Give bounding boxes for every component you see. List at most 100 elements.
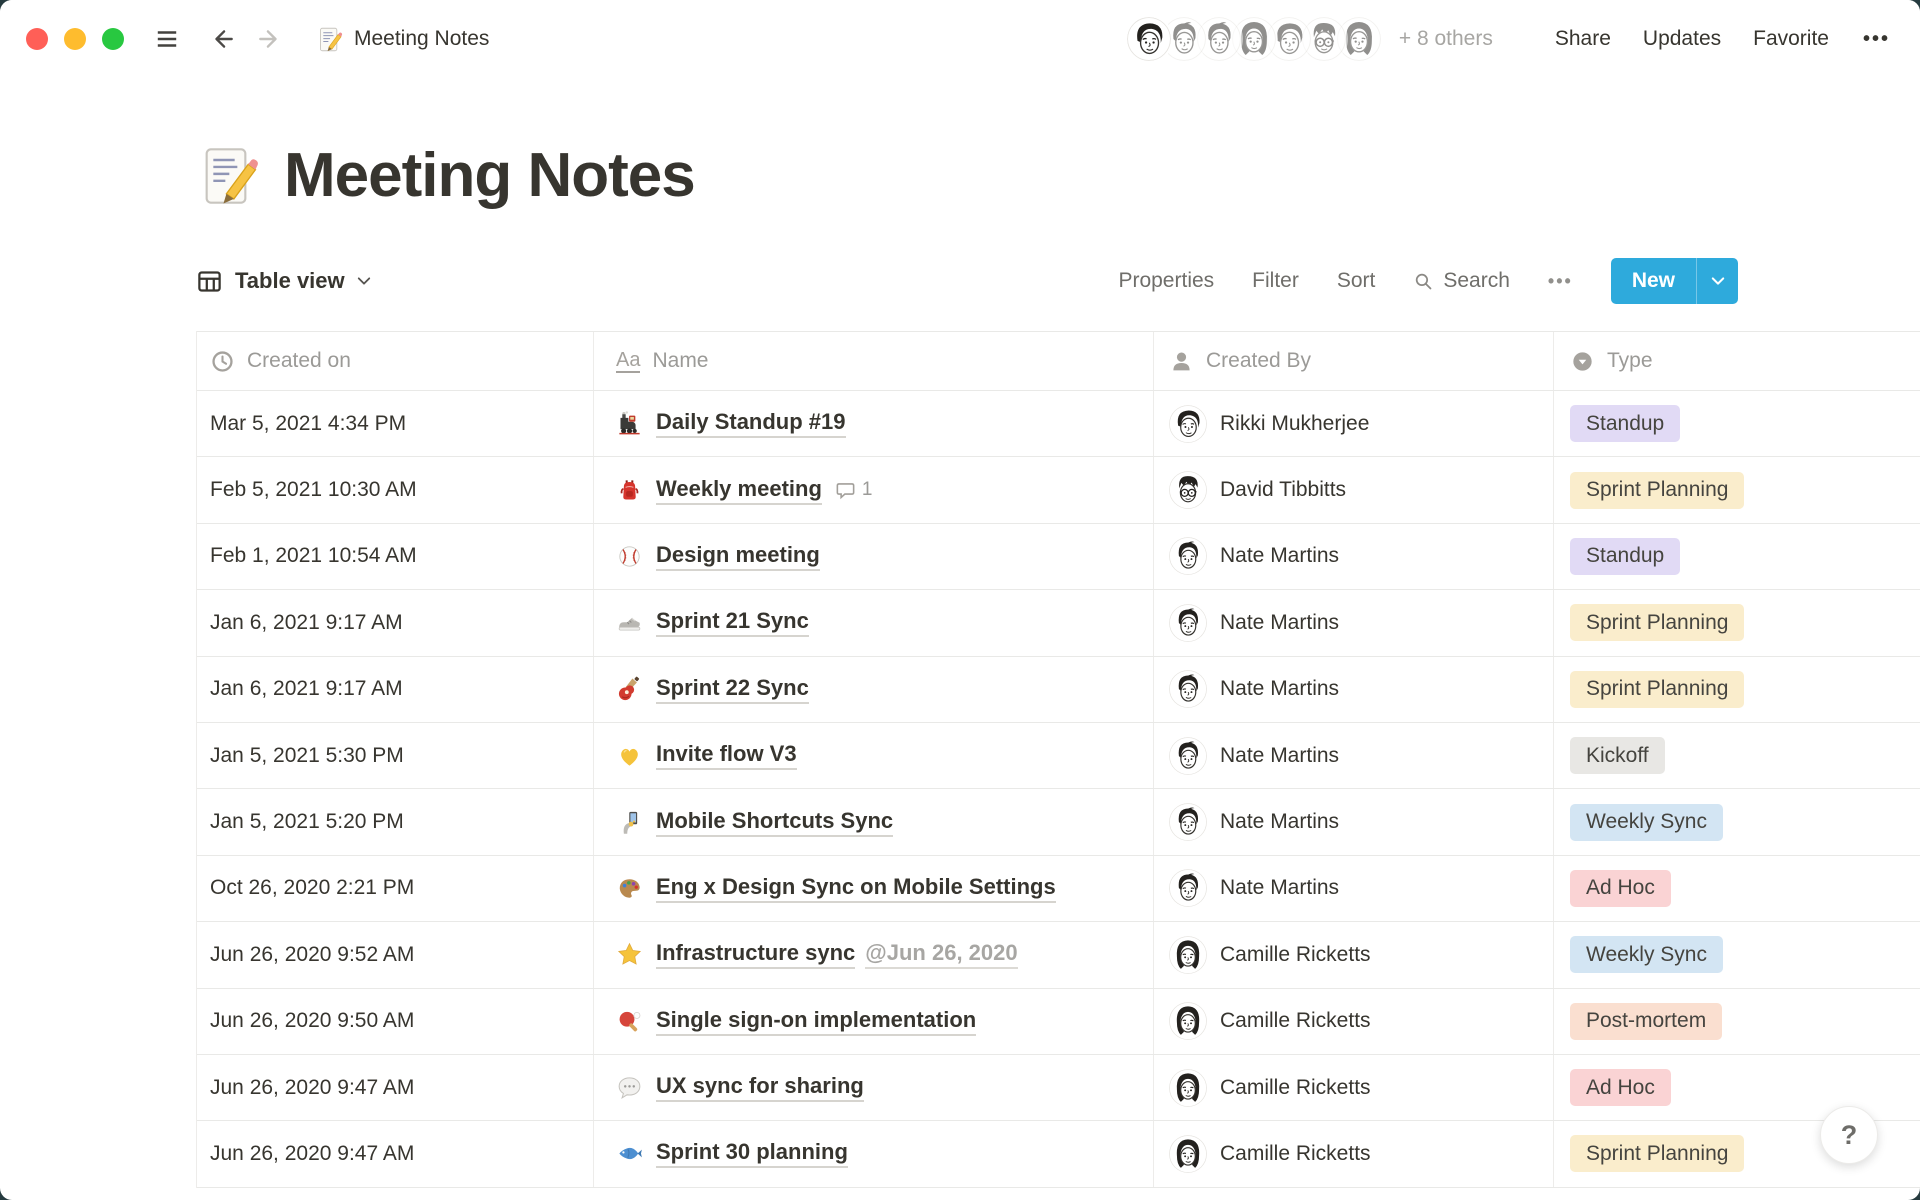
created-by-cell[interactable]: Nate Martins	[1154, 789, 1554, 854]
creator-name: Camille Ricketts	[1220, 1076, 1371, 1100]
page-link[interactable]: Design meeting	[656, 542, 820, 571]
page-link[interactable]: Sprint 30 planning	[656, 1139, 848, 1168]
page-link[interactable]: Weekly meeting	[656, 476, 822, 505]
others-count-label[interactable]: + 8 others	[1399, 27, 1493, 51]
comment-count-label: 1	[862, 479, 873, 501]
zoom-window-button[interactable]	[102, 28, 124, 50]
comment-count[interactable]: 1	[835, 479, 873, 501]
comment-bubble-icon	[835, 480, 856, 501]
new-button[interactable]: New	[1611, 258, 1696, 304]
back-arrow-icon[interactable]	[208, 24, 238, 54]
created-on-cell[interactable]: Jun 26, 2020 9:52 AM	[197, 922, 594, 987]
page-link[interactable]: Daily Standup #19	[656, 409, 846, 438]
created-by-cell[interactable]: Rikki Mukherjee	[1154, 391, 1554, 456]
table-body: Mar 5, 2021 4:34 PM Daily Standup #19 Rikk…	[197, 391, 1920, 1188]
created-on-cell[interactable]: Oct 26, 2020 2:21 PM	[197, 856, 594, 921]
collaborator-avatar[interactable]	[1125, 15, 1173, 63]
created-by-cell[interactable]: David Tibbitts	[1154, 457, 1554, 522]
type-badge[interactable]: Post-mortem	[1570, 1003, 1722, 1040]
page-title[interactable]: Meeting Notes	[284, 140, 695, 211]
properties-button[interactable]: Properties	[1118, 269, 1214, 293]
type-badge[interactable]: Weekly Sync	[1570, 936, 1723, 973]
page-link[interactable]: Mobile Shortcuts Sync	[656, 808, 893, 837]
column-header-name[interactable]: AaName	[594, 332, 1154, 390]
type-badge[interactable]: Sprint Planning	[1570, 472, 1744, 509]
type-badge[interactable]: Sprint Planning	[1570, 1135, 1744, 1172]
table-row: Feb 1, 2021 10:54 AM Design meeting Nate M…	[197, 524, 1920, 590]
created-on-cell[interactable]: Jun 26, 2020 9:47 AM	[197, 1121, 594, 1186]
created-on-cell[interactable]: Mar 5, 2021 4:34 PM	[197, 391, 594, 456]
date-mention[interactable]: @Jun 26, 2020	[865, 940, 1017, 969]
sort-button[interactable]: Sort	[1337, 269, 1376, 293]
page-link[interactable]: Sprint 22 Sync	[656, 675, 809, 704]
created-on-cell[interactable]: Jun 26, 2020 9:47 AM	[197, 1055, 594, 1120]
created-by-cell[interactable]: Camille Ricketts	[1154, 1055, 1554, 1120]
memo-icon[interactable]	[196, 144, 260, 208]
created-by-cell[interactable]: Nate Martins	[1154, 590, 1554, 655]
created-by-cell[interactable]: Camille Ricketts	[1154, 1121, 1554, 1186]
help-button[interactable]: ?	[1820, 1106, 1878, 1164]
creator-name: Camille Ricketts	[1220, 943, 1371, 967]
sneaker-icon	[616, 609, 643, 636]
type-badge[interactable]: Ad Hoc	[1570, 870, 1671, 907]
name-cell: Sprint 22 Sync	[594, 657, 1154, 722]
created-on-cell[interactable]: Jan 6, 2021 9:17 AM	[197, 590, 594, 655]
page-link[interactable]: Sprint 21 Sync	[656, 608, 809, 637]
new-dropdown-button[interactable]	[1696, 258, 1738, 304]
type-cell: Standup	[1554, 524, 1920, 589]
creator-name: Nate Martins	[1220, 611, 1339, 635]
created-by-cell[interactable]: Camille Ricketts	[1154, 922, 1554, 987]
heart-icon	[616, 742, 643, 769]
updates-button[interactable]: Updates	[1643, 27, 1721, 51]
page-link[interactable]: Infrastructure sync	[656, 940, 855, 969]
filter-button[interactable]: Filter	[1252, 269, 1299, 293]
view-switcher[interactable]: Table view	[196, 268, 373, 295]
name-cell: Weekly meeting 1	[594, 457, 1154, 522]
forward-arrow-icon[interactable]	[254, 24, 284, 54]
created-on-cell[interactable]: Jan 5, 2021 5:30 PM	[197, 723, 594, 788]
share-button[interactable]: Share	[1555, 27, 1611, 51]
created-on-cell[interactable]: Feb 1, 2021 10:54 AM	[197, 524, 594, 589]
created-on-cell[interactable]: Jan 5, 2021 5:20 PM	[197, 789, 594, 854]
created-by-cell[interactable]: Nate Martins	[1154, 524, 1554, 589]
column-header-type[interactable]: Type	[1554, 332, 1920, 390]
name-cell: Daily Standup #19	[594, 391, 1154, 456]
creator-avatar	[1169, 670, 1207, 708]
created-by-cell[interactable]: Nate Martins	[1154, 657, 1554, 722]
created-by-cell[interactable]: Camille Ricketts	[1154, 989, 1554, 1054]
page-link[interactable]: UX sync for sharing	[656, 1073, 864, 1102]
page-link[interactable]: Eng x Design Sync on Mobile Settings	[656, 874, 1056, 903]
page-link[interactable]: Single sign-on implementation	[656, 1007, 976, 1036]
created-on-cell[interactable]: Feb 5, 2021 10:30 AM	[197, 457, 594, 522]
column-header-created-on[interactable]: Created on	[197, 332, 594, 390]
page-link[interactable]: Invite flow V3	[656, 741, 797, 770]
column-header-created-by[interactable]: Created By	[1154, 332, 1554, 390]
type-badge[interactable]: Kickoff	[1570, 737, 1665, 774]
creator-avatar	[1169, 1135, 1207, 1173]
breadcrumb-page-title[interactable]: Meeting Notes	[354, 27, 489, 51]
view-options-icon[interactable]: •••	[1548, 271, 1573, 292]
created-by-cell[interactable]: Nate Martins	[1154, 856, 1554, 921]
type-badge[interactable]: Standup	[1570, 538, 1680, 575]
sidebar-menu-icon[interactable]	[152, 24, 182, 54]
created-on-cell[interactable]: Jan 6, 2021 9:17 AM	[197, 657, 594, 722]
favorite-button[interactable]: Favorite	[1753, 27, 1829, 51]
minimize-window-button[interactable]	[64, 28, 86, 50]
created-by-cell[interactable]: Nate Martins	[1154, 723, 1554, 788]
type-badge[interactable]: Weekly Sync	[1570, 804, 1723, 841]
type-badge[interactable]: Sprint Planning	[1570, 671, 1744, 708]
close-window-button[interactable]	[26, 28, 48, 50]
creator-avatar	[1169, 537, 1207, 575]
type-cell: Sprint Planning	[1554, 590, 1920, 655]
created-on-cell[interactable]: Jun 26, 2020 9:50 AM	[197, 989, 594, 1054]
meeting-notes-table: Created onAaNameCreated ByType Mar 5, 20…	[196, 331, 1920, 1188]
avatar-face-icon	[1127, 17, 1171, 61]
type-badge[interactable]: Sprint Planning	[1570, 604, 1744, 641]
more-options-icon[interactable]: •••	[1863, 28, 1890, 51]
table-view-icon	[196, 268, 223, 295]
chevron-down-icon	[355, 272, 373, 290]
type-badge[interactable]: Ad Hoc	[1570, 1069, 1671, 1106]
type-badge[interactable]: Standup	[1570, 405, 1680, 442]
select-icon	[1570, 349, 1595, 374]
search-button[interactable]: Search	[1413, 269, 1510, 293]
